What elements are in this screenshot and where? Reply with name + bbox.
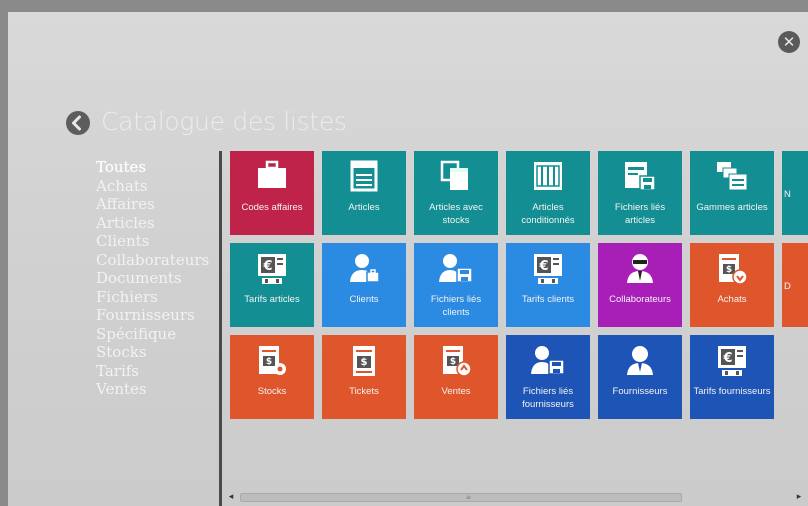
back-arrow-icon[interactable] — [66, 111, 90, 135]
category-item-fournisseurs[interactable]: Fournisseurs — [96, 306, 209, 325]
sale-doc-icon: $ — [414, 344, 498, 380]
price-screen-icon: € — [230, 252, 314, 288]
category-item-collaborateurs[interactable]: Collaborateurs — [96, 251, 209, 270]
svg-text:€: € — [262, 259, 272, 274]
tile-label: Tarifs clients — [521, 294, 575, 305]
category-item-stocks[interactable]: Stocks — [96, 343, 209, 362]
ranges-icon — [690, 160, 774, 196]
ticket-doc-icon: $ — [322, 344, 406, 380]
tile-stocks[interactable]: $ Stocks — [230, 335, 314, 419]
tile-d[interactable]: D — [782, 243, 808, 327]
tile-label: Tarifs articles — [244, 294, 300, 305]
tile-label: Tickets — [349, 386, 379, 397]
scroll-track[interactable]: ≡ — [240, 493, 682, 502]
client-icon — [322, 252, 406, 288]
category-item-clients[interactable]: Clients — [96, 232, 209, 251]
close-icon[interactable]: ✕ — [778, 31, 800, 53]
scroll-grip-icon[interactable]: ≡ — [466, 495, 472, 501]
tile-ventes[interactable]: $ Ventes — [414, 335, 498, 419]
scroll-right-icon[interactable]: ▸ — [794, 492, 804, 502]
category-item-documents[interactable]: Documents — [96, 269, 209, 288]
tile-fichiers-lies-articles[interactable]: Fichiers liés articles — [598, 151, 682, 235]
stacked-articles-icon — [414, 160, 498, 196]
divider — [219, 151, 222, 506]
svg-text:$: $ — [266, 357, 272, 367]
client-file-icon — [414, 252, 498, 288]
tile-label: Fournisseurs — [612, 386, 668, 397]
tile-label: D — [784, 281, 791, 292]
supplier-icon — [598, 344, 682, 380]
tile-tarifs-articles[interactable]: € Tarifs articles — [230, 243, 314, 327]
tile-label: Gammes articles — [696, 202, 768, 213]
tile-articles-avec-stocks[interactable]: Articles avec stocks — [414, 151, 498, 235]
tile-articles-conditionnes[interactable]: Articles conditionnés — [506, 151, 590, 235]
price-screen-icon: € — [690, 344, 774, 380]
svg-text:$: $ — [450, 357, 456, 367]
agent-icon — [598, 252, 682, 288]
tile-fournisseurs[interactable]: Fournisseurs — [598, 335, 682, 419]
tile-n[interactable]: N — [782, 151, 808, 235]
svg-text:$: $ — [361, 357, 368, 368]
article-icon — [322, 160, 406, 196]
tile-fichiers-lies-fournisseurs[interactable]: Fichiers liés fournisseurs — [506, 335, 590, 419]
price-screen-icon: € — [506, 252, 590, 288]
category-item-tarifs[interactable]: Tarifs — [96, 362, 209, 381]
purchase-doc-icon: $ — [690, 252, 774, 288]
tile-gammes-articles[interactable]: Gammes articles — [690, 151, 774, 235]
tile-grid: Codes affaires Articles Articles avec stoc… — [230, 151, 808, 436]
tile-label: Clients — [349, 294, 379, 305]
tile-codes-affaires[interactable]: Codes affaires — [230, 151, 314, 235]
tile-label: Tarifs fournisseurs — [693, 386, 771, 397]
stock-doc-icon: $ — [230, 344, 314, 380]
tile-tickets[interactable]: $ Tickets — [322, 335, 406, 419]
tile-clients[interactable]: Clients — [322, 243, 406, 327]
svg-text:€: € — [722, 351, 732, 366]
tile-tarifs-fournisseurs[interactable]: € Tarifs fournisseurs — [690, 335, 774, 419]
svg-text:€: € — [538, 259, 548, 274]
tile-fichiers-lies-clients[interactable]: Fichiers liés clients — [414, 243, 498, 327]
tile-label: Ventes — [441, 386, 471, 397]
category-item-toutes[interactable]: Toutes — [96, 158, 209, 177]
category-item-achats[interactable]: Achats — [96, 177, 209, 196]
tile-label: N — [784, 189, 791, 200]
category-item-articles[interactable]: Articles — [96, 214, 209, 233]
tile-articles[interactable]: Articles — [322, 151, 406, 235]
scroll-left-icon[interactable]: ◂ — [226, 492, 236, 502]
category-item-spécifique[interactable]: Spécifique — [96, 325, 209, 344]
tile-achats[interactable]: $ Achats — [690, 243, 774, 327]
tile-label: Articles avec stocks — [429, 202, 483, 226]
briefcase-icon — [230, 160, 314, 196]
category-item-ventes[interactable]: Ventes — [96, 380, 209, 399]
category-item-affaires[interactable]: Affaires — [96, 195, 209, 214]
svg-text:$: $ — [726, 265, 732, 275]
tile-label: Articles — [348, 202, 380, 213]
tile-label: Fichiers liés clients — [430, 294, 482, 318]
tile-label: Stocks — [257, 386, 287, 397]
horizontal-scrollbar[interactable]: ◂ ≡ ▸ — [226, 490, 804, 504]
tile-label: Articles conditionnés — [521, 202, 575, 226]
linked-file-icon — [598, 160, 682, 196]
tile-tarifs-clients[interactable]: € Tarifs clients — [506, 243, 590, 327]
tile-collaborateurs[interactable]: Collaborateurs — [598, 243, 682, 327]
tile-label: Fichiers liés articles — [614, 202, 666, 226]
tile-label: Fichiers liés fournisseurs — [522, 386, 574, 410]
category-item-fichiers[interactable]: Fichiers — [96, 288, 209, 307]
page-title: Catalogue des listes — [101, 107, 347, 136]
tile-label: Achats — [717, 294, 747, 305]
tile-label: Collaborateurs — [609, 294, 671, 305]
crate-icon — [506, 160, 590, 196]
category-list: Toutes Achats Affaires Articles Clients Colla… — [96, 158, 209, 399]
supplier-file-icon — [506, 344, 590, 380]
list-catalogue-window: ✕ Catalogue des listes Toutes Achats Affai… — [8, 12, 808, 506]
tile-label: Codes affaires — [241, 202, 303, 213]
